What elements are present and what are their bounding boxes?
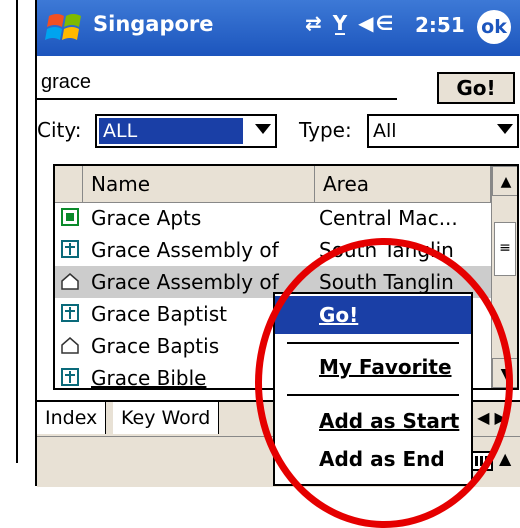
scroll-up-icon[interactable]: ▲ xyxy=(492,166,517,196)
chevron-up-icon[interactable]: ▲ xyxy=(499,449,511,468)
menu-item-my-favorite[interactable]: My Favorite xyxy=(275,348,471,386)
screenshot-frame: Singapore ⇄ Y̲ ◀∈ 2:51 ok Go! City: ALL … xyxy=(0,0,520,528)
menu-item-label: My Favorite xyxy=(319,355,452,379)
left-frame-border xyxy=(0,0,18,463)
ok-button[interactable]: ok xyxy=(477,10,511,44)
connectivity-icons[interactable]: ⇄ Y̲ ◀∈ xyxy=(305,11,395,35)
menu-item-add-as-start[interactable]: Add as Start xyxy=(275,402,471,440)
type-dropdown[interactable]: All xyxy=(367,114,519,148)
windows-start-icon[interactable] xyxy=(45,8,85,48)
title-bar: Singapore ⇄ Y̲ ◀∈ 2:51 ok xyxy=(37,0,520,56)
context-menu: Go! My Favorite Add as Start Add as End xyxy=(273,292,473,486)
chevron-down-icon[interactable] xyxy=(255,124,271,134)
go-button[interactable]: Go! xyxy=(437,72,515,104)
cross-icon xyxy=(61,304,79,322)
cell-area: South Tanglin xyxy=(319,238,454,262)
cross-icon xyxy=(61,240,79,258)
menu-item-label: Add as End xyxy=(319,447,445,471)
column-header-area[interactable]: Area xyxy=(315,166,491,202)
menu-item-add-as-end[interactable]: Add as End xyxy=(275,440,471,478)
search-input[interactable] xyxy=(37,66,397,100)
house-icon xyxy=(61,337,79,354)
vertical-scrollbar[interactable]: ▲ ≡ ▼ xyxy=(491,166,517,388)
type-label: Type: xyxy=(299,118,352,142)
table-row[interactable]: Grace Apts Central Mac... xyxy=(55,202,491,234)
table-header-corner xyxy=(55,166,83,202)
city-dropdown[interactable]: ALL xyxy=(95,114,277,148)
cross-icon xyxy=(61,368,79,386)
menu-separator xyxy=(287,342,459,344)
menu-item-go[interactable]: Go! xyxy=(275,296,471,334)
chevron-down-icon[interactable] xyxy=(497,124,513,134)
scroll-thumb[interactable]: ≡ xyxy=(494,222,516,276)
city-selected-value: ALL xyxy=(99,118,243,144)
menu-separator xyxy=(287,394,459,396)
menu-item-label: Go! xyxy=(319,303,359,327)
building-icon xyxy=(61,208,79,226)
cell-name: Grace Assembly of xyxy=(91,238,279,262)
table-header: Name Area xyxy=(55,166,491,203)
window-title: Singapore xyxy=(93,12,214,36)
column-header-name[interactable]: Name xyxy=(83,166,315,202)
house-icon xyxy=(61,273,79,290)
table-row[interactable]: Grace Assembly of South Tanglin xyxy=(55,234,491,266)
clock[interactable]: 2:51 xyxy=(415,13,465,37)
scroll-down-icon[interactable]: ▼ xyxy=(492,358,517,388)
pocketpc-screen: Singapore ⇄ Y̲ ◀∈ 2:51 ok Go! City: ALL … xyxy=(35,0,520,528)
city-label: City: xyxy=(37,118,82,142)
tab-key-word[interactable]: Key Word xyxy=(113,402,220,434)
type-selected-value: All xyxy=(373,120,397,142)
cell-area: Central Mac... xyxy=(319,206,458,230)
tab-scroll-arrows-icon[interactable]: ◀ ▶ xyxy=(467,404,517,432)
tab-index[interactable]: Index xyxy=(37,402,107,434)
menu-item-label: Add as Start xyxy=(319,409,460,433)
cell-name: Grace Apts xyxy=(91,206,202,230)
